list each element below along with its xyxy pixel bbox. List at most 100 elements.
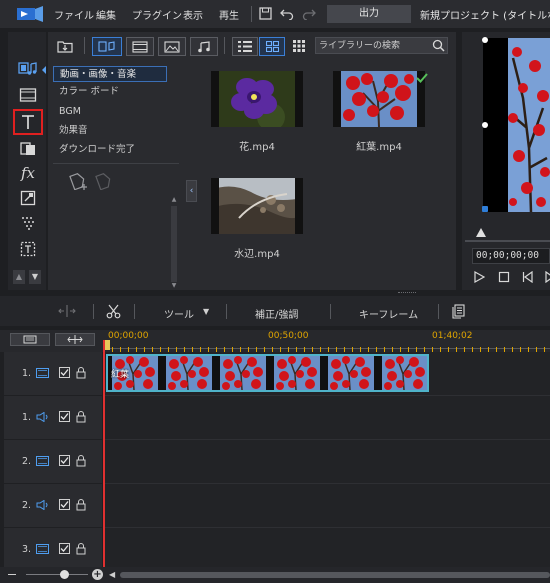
menu-playback[interactable]: 再生 [219,7,239,22]
menu-plugin[interactable]: プラグイン [132,7,182,22]
next-frame-icon[interactable] [544,271,550,285]
preview-window[interactable] [483,38,550,212]
category-scrollbar[interactable] [171,206,177,282]
category-item[interactable]: 効果音 [53,123,167,139]
resize-handle[interactable] [482,122,488,128]
preview-seek-bar[interactable] [465,240,550,242]
pip-room-button[interactable] [15,187,41,209]
search-icon[interactable] [432,39,446,53]
seek-marker-icon[interactable] [476,228,486,237]
tools-menu-button[interactable]: ツール [164,306,194,321]
play-icon[interactable] [473,270,487,285]
library-category-list: 動画・画像・音楽 カラー ボード BGM 効果音 ダウンロード完了 [53,64,181,292]
more-features-icon[interactable] [452,304,466,320]
category-item[interactable]: 動画・画像・音楽 [53,66,167,82]
timeline-scrollbar[interactable] [120,572,550,578]
track-enable-checkbox[interactable] [59,411,70,422]
redo-icon[interactable] [302,7,316,21]
track-enable-checkbox[interactable] [59,455,70,466]
video-clip[interactable]: 紅葉 [106,354,429,392]
toolbar-divider [134,304,135,319]
fx-icon[interactable]: fx [15,162,41,184]
filter-image-button[interactable] [158,37,186,56]
panel-resize-grip[interactable] [398,292,416,295]
track-manager-button[interactable] [10,333,50,346]
output-button[interactable]: 出力 [327,5,411,23]
media-thumbnail[interactable] [211,71,303,127]
media-thumbnail[interactable] [211,178,303,234]
prev-frame-icon[interactable] [522,270,536,285]
title-room-button[interactable] [13,109,43,135]
toolbar-divider [330,304,331,319]
category-item[interactable]: ダウンロード完了 [53,142,167,158]
zoom-slider-thumb[interactable] [60,570,69,579]
stop-icon[interactable] [498,271,512,285]
track-number: 1. [22,412,32,423]
track-lane[interactable] [104,484,550,528]
scissors-icon[interactable] [106,304,122,320]
timeline-ruler[interactable]: 00;00;00 00;50;00 01;40;02 [0,330,550,352]
category-scroll-down-icon[interactable]: ▼ [170,282,178,290]
playhead[interactable] [103,340,105,570]
track-lane[interactable] [104,440,550,484]
filter-music-icon[interactable] [190,37,218,56]
add-tag-icon[interactable] [69,172,89,191]
zoom-out-icon[interactable] [8,574,16,575]
collapse-panel-icon[interactable]: ‹ [186,180,197,202]
track-lane[interactable] [104,396,550,440]
timecode-display[interactable]: 00;00;00;00 [472,248,550,264]
zoom-slider[interactable] [26,574,88,575]
lock-icon[interactable] [76,499,86,511]
menu-file[interactable]: ファイル [54,7,94,22]
lock-icon[interactable] [76,411,86,423]
keyframe-button[interactable]: キーフレーム [359,306,418,321]
track-lane[interactable] [104,528,550,572]
transition-room-button[interactable] [15,138,41,160]
fx-room-button[interactable] [15,84,41,106]
track-enable-checkbox[interactable] [59,543,70,554]
toolbar-divider [226,304,227,319]
import-media-icon[interactable] [54,37,76,54]
particle-room-button[interactable] [15,212,41,234]
lock-icon[interactable] [76,367,86,379]
subtitle-room-button[interactable] [15,238,41,260]
track-number: 2. [22,456,32,467]
menu-edit[interactable]: 編集 [96,7,116,22]
fix-enhance-button[interactable]: 補正/強調 [255,306,298,321]
library-search-box [315,37,448,54]
lock-icon[interactable] [76,455,86,467]
audio-track-icon [36,499,50,511]
split-audio-icon[interactable] [58,305,76,319]
grid-view-icon[interactable] [259,37,285,56]
filter-video-button[interactable] [126,37,154,56]
list-view-icon[interactable] [232,37,258,56]
track-header: 2. [4,440,102,483]
chevron-down-icon[interactable]: ▼ [203,307,213,316]
track-header: 1. [4,396,102,439]
menu-view[interactable]: 表示 [183,7,203,22]
scroll-up-icon[interactable]: ▲ [13,270,25,284]
category-scroll-up-icon[interactable]: ▲ [170,196,178,204]
track-enable-checkbox[interactable] [59,367,70,378]
track-enable-checkbox[interactable] [59,499,70,510]
undo-icon[interactable] [280,7,294,21]
ruler-tick-label: 00;50;00 [268,331,309,341]
resize-handle[interactable] [482,37,488,43]
media-thumbnail[interactable] [333,71,425,127]
scroll-left-icon[interactable]: ◀ [109,570,117,580]
filter-all-media-button[interactable] [92,37,122,56]
resize-handle[interactable] [482,206,488,212]
scroll-down-icon[interactable]: ▼ [29,270,41,284]
fit-timeline-button[interactable] [55,333,95,346]
track-number: 2. [22,500,32,511]
save-icon[interactable] [259,7,273,21]
category-item[interactable]: BGM [53,104,167,120]
media-room-button[interactable] [15,58,41,80]
category-item[interactable]: カラー ボード [53,84,167,100]
zoom-in-icon[interactable]: + [92,569,103,580]
remove-tag-icon[interactable] [95,172,115,191]
track-number: 3. [22,544,32,555]
more-options-icon[interactable] [291,37,307,54]
library-search-input[interactable] [319,39,427,52]
lock-icon[interactable] [76,543,86,555]
